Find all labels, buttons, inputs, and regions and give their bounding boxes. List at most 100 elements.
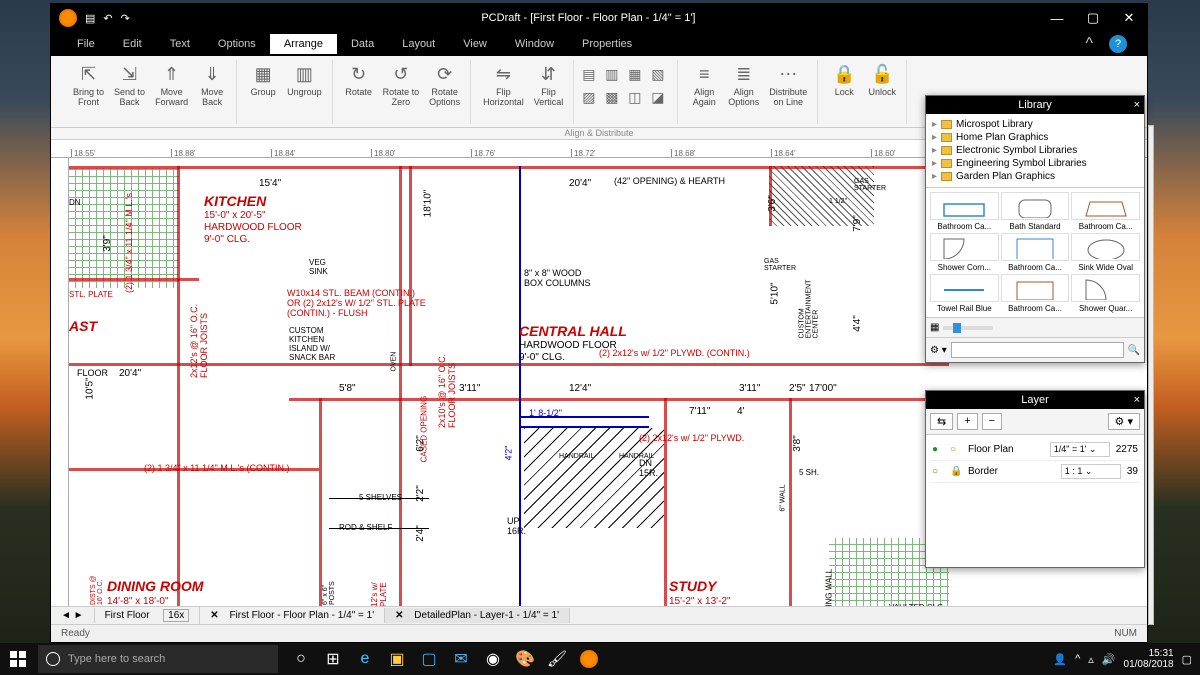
align-icon-2[interactable]: ▦	[628, 66, 648, 83]
people-icon[interactable]: 👤	[1053, 653, 1067, 666]
grid-view-icon[interactable]: ▦	[930, 322, 939, 333]
mail-icon[interactable]: ✉	[446, 643, 476, 675]
menu-data[interactable]: Data	[337, 34, 388, 54]
library-folder[interactable]: ▸Electronic Symbol Libraries	[930, 144, 1140, 157]
layer-panel[interactable]: Layer× ⇆ + − ⚙ ▾ ●○Floor Plan1/4" = 1' ⌄…	[925, 390, 1145, 568]
library-folder[interactable]: ▸Microspot Library	[930, 118, 1140, 131]
menu-text[interactable]: Text	[156, 34, 204, 54]
close-icon[interactable]: ×	[1134, 99, 1140, 111]
ribbon-rotate-to-zero[interactable]: ↺Rotate to Zero	[379, 60, 424, 110]
menu-properties[interactable]: Properties	[568, 34, 646, 54]
taskbar-clock[interactable]: 15:3101/08/2018	[1124, 648, 1174, 670]
library-items[interactable]: Bathroom Ca...Bath StandardBathroom Ca..…	[926, 188, 1144, 317]
maximize-button[interactable]: ▢	[1075, 4, 1111, 32]
ribbon-move-back[interactable]: ⇓Move Back	[194, 60, 230, 110]
align-icon-0[interactable]: ▤	[582, 66, 602, 83]
layer-row[interactable]: ○🔒Border1 : 1 ⌄39	[930, 461, 1140, 483]
help-button[interactable]: ?	[1109, 35, 1127, 53]
library-item[interactable]: Towel Rail Blue	[930, 274, 999, 313]
cortana-icon[interactable]: ○	[286, 643, 316, 675]
ribbon-ungroup[interactable]: ▥Ungroup	[283, 60, 326, 100]
library-tree[interactable]: ▸Microspot Library▸Home Plan Graphics▸El…	[926, 114, 1144, 188]
ribbon-lock[interactable]: 🔒Lock	[826, 60, 862, 100]
library-item[interactable]: Bathroom Ca...	[930, 192, 999, 231]
ribbon-flip-vertical[interactable]: ⇵Flip Vertical	[530, 60, 568, 110]
store-icon[interactable]: ▢	[414, 643, 444, 675]
ribbon-distribute-on-line[interactable]: ⋯Distribute on Line	[765, 60, 811, 110]
menu-layout[interactable]: Layout	[388, 34, 449, 54]
close-button[interactable]: ✕	[1111, 4, 1147, 32]
menu-edit[interactable]: Edit	[109, 34, 156, 54]
qat-save-icon[interactable]: ▤	[85, 12, 95, 25]
sheet-tab[interactable]: ✕ First Floor - Floor Plan - 1/4" = 1'	[200, 608, 385, 623]
tray-chevron-icon[interactable]: ^	[1075, 653, 1080, 665]
library-folder[interactable]: ▸Home Plan Graphics	[930, 131, 1140, 144]
ribbon-move-forward[interactable]: ⇑Move Forward	[151, 60, 192, 110]
network-icon[interactable]: ▵	[1088, 653, 1094, 666]
ribbon-unlock[interactable]: 🔓Unlock	[864, 60, 900, 100]
settings-icon[interactable]: ⚙ ▾	[930, 345, 947, 356]
explorer-icon[interactable]: ▣	[382, 643, 412, 675]
library-folder[interactable]: ▸Garden Plan Graphics	[930, 170, 1140, 183]
menu-arrange[interactable]: Arrange	[270, 34, 337, 54]
app2-icon[interactable]: 🖌	[542, 643, 572, 675]
thumb-size-slider[interactable]	[943, 326, 993, 330]
library-item[interactable]: Bathroom Ca...	[1001, 233, 1070, 272]
layer-add-button[interactable]: +	[957, 413, 977, 430]
library-item[interactable]: Shower Corn...	[930, 233, 999, 272]
library-item[interactable]: Bath Standard	[1001, 192, 1070, 231]
ribbon-align-again[interactable]: ≡Align Again	[686, 60, 722, 110]
label-dining: DINING ROOM	[107, 578, 203, 594]
ribbon-collapse-icon[interactable]: ^	[1085, 35, 1093, 53]
layer-merge-button[interactable]: ⇆	[930, 413, 953, 430]
ribbon-group[interactable]: ▦Group	[245, 60, 281, 100]
edge-icon[interactable]: e	[350, 643, 380, 675]
library-item[interactable]: Bathroom Ca...	[1071, 192, 1140, 231]
notifications-icon[interactable]: ▢	[1182, 653, 1192, 666]
minimize-button[interactable]: —	[1039, 4, 1075, 32]
taskbar-search[interactable]: Type here to search	[38, 645, 278, 673]
pcdraft-icon[interactable]	[574, 643, 604, 675]
ribbon-rotate-options[interactable]: ⟳Rotate Options	[425, 60, 464, 110]
taskview-icon[interactable]: ⊞	[318, 643, 348, 675]
ribbon-bring-to-front[interactable]: ⇱Bring to Front	[69, 60, 108, 110]
close-icon[interactable]: ×	[1134, 394, 1140, 406]
search-icon[interactable]: 🔍	[1128, 345, 1140, 356]
menu-view[interactable]: View	[449, 34, 501, 54]
menu-file[interactable]: File	[63, 34, 109, 54]
start-button[interactable]	[0, 643, 36, 675]
menu-options[interactable]: Options	[204, 34, 270, 54]
sheet-tab[interactable]: ✕ DetailedPlan - Layer-1 - 1/4" = 1'	[385, 608, 570, 623]
align-icon-5[interactable]: ▩	[605, 89, 625, 106]
align-icon-3[interactable]: ▧	[651, 66, 671, 83]
scrollbar-v[interactable]	[1148, 125, 1154, 625]
ruler-vertical	[51, 158, 69, 606]
sheet-tab[interactable]: First Floor 16x	[95, 607, 201, 624]
library-item[interactable]: Shower Quar...	[1071, 274, 1140, 313]
ribbon-align-options[interactable]: ≣Align Options	[724, 60, 763, 110]
ribbon-flip-horizontal[interactable]: ⇋Flip Horizontal	[479, 60, 528, 110]
ribbon-send-to-back[interactable]: ⇲Send to Back	[110, 60, 149, 110]
library-panel[interactable]: Library× ▸Microspot Library▸Home Plan Gr…	[925, 95, 1145, 363]
volume-icon[interactable]: 🔊	[1102, 653, 1116, 666]
ribbon-rotate[interactable]: ↻Rotate	[341, 60, 377, 100]
qat-undo-icon[interactable]: ↶	[103, 12, 112, 25]
library-search[interactable]	[951, 342, 1124, 358]
label-central-hall: CENTRAL HALL	[519, 323, 627, 339]
library-item[interactable]: Bathroom Ca...	[1001, 274, 1070, 313]
layer-row[interactable]: ●○Floor Plan1/4" = 1' ⌄2275	[930, 439, 1140, 461]
align-icon-1[interactable]: ▥	[605, 66, 625, 83]
layer-settings-button[interactable]: ⚙ ▾	[1108, 413, 1140, 430]
chrome-icon[interactable]: ◉	[478, 643, 508, 675]
align-icon-7[interactable]: ◪	[651, 89, 671, 106]
library-item[interactable]: Sink Wide Oval	[1071, 233, 1140, 272]
align-icon-6[interactable]: ◫	[628, 89, 648, 106]
tab-nav[interactable]: ◄ ►	[51, 608, 95, 623]
qat-redo-icon[interactable]: ↷	[121, 12, 130, 25]
align-icon-4[interactable]: ▨	[582, 89, 602, 106]
statusbar: Ready NUM	[51, 624, 1147, 642]
layer-remove-button[interactable]: −	[982, 413, 1002, 430]
menu-window[interactable]: Window	[501, 34, 568, 54]
paint-icon[interactable]: 🎨	[510, 643, 540, 675]
library-folder[interactable]: ▸Engineering Symbol Libraries	[930, 157, 1140, 170]
